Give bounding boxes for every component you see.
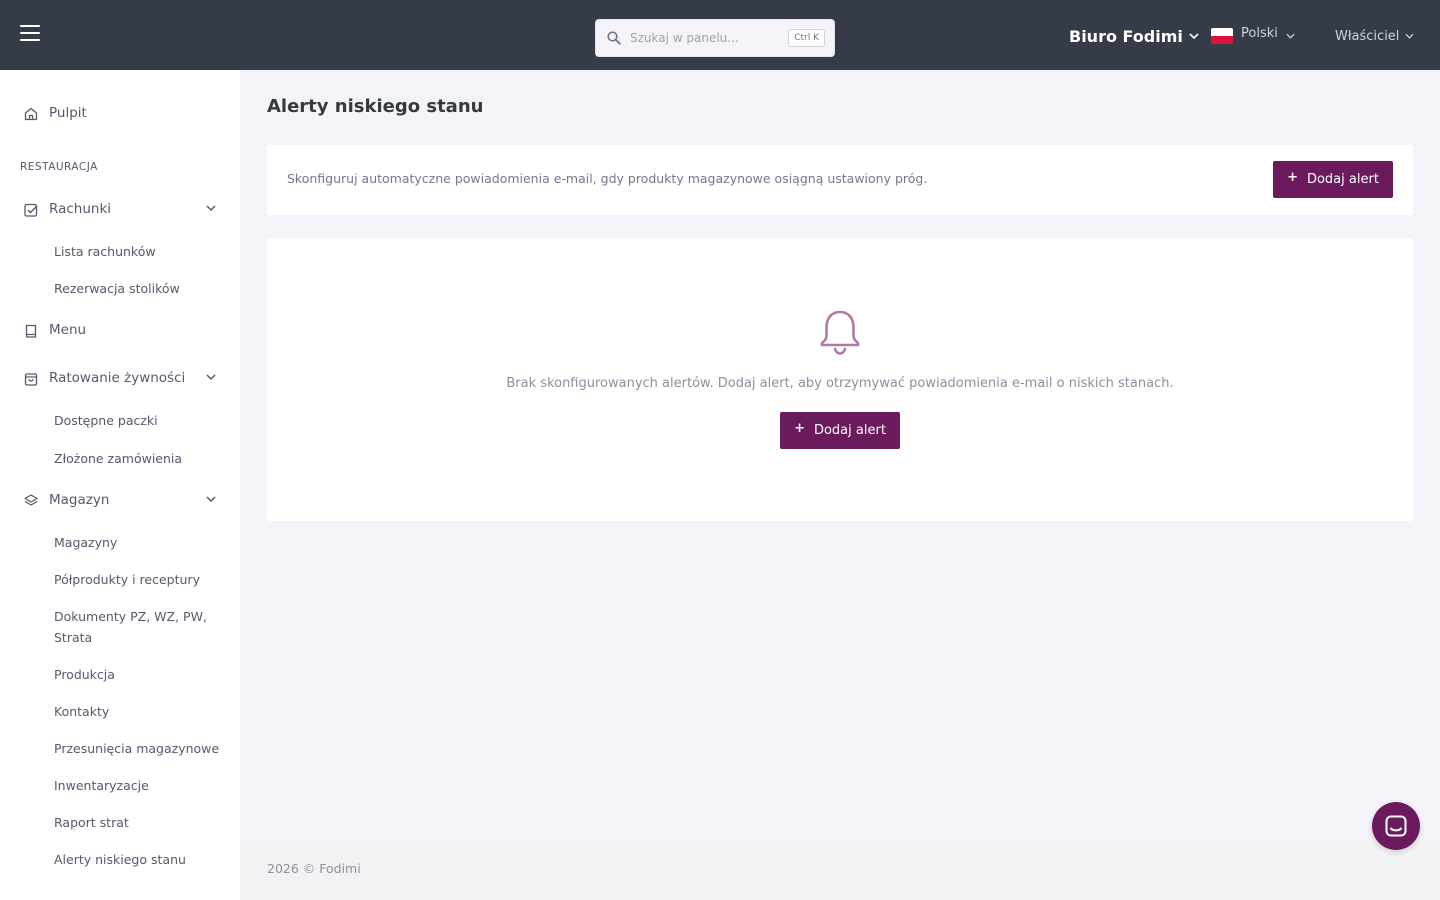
- menu-toggle-icon[interactable]: [20, 25, 40, 43]
- user-role-label: Właściciel: [1335, 28, 1400, 44]
- sidebar-subitem-placed-orders[interactable]: Złożone zamówienia: [54, 448, 234, 469]
- add-alert-button-label: Dodaj alert: [1306, 172, 1379, 187]
- chevron-down-icon: [206, 374, 216, 381]
- sidebar-item-menu[interactable]: Menu: [0, 316, 240, 346]
- search-shortcut-badge: Ctrl K: [788, 29, 825, 47]
- sidebar-item-food-rescue[interactable]: Ratowanie żywności: [0, 364, 240, 394]
- search-icon: [607, 31, 621, 45]
- sidebar-subitem-low-stock-alerts[interactable]: Alerty niskiego stanu: [54, 849, 234, 870]
- sidebar-item-label: Menu: [49, 322, 87, 338]
- add-alert-empty-button[interactable]: + Dodaj alert: [780, 412, 900, 449]
- sidebar-item-label: Magazyn: [49, 492, 110, 508]
- sidebar-item-dashboard[interactable]: Pulpit: [0, 99, 240, 129]
- user-menu[interactable]: Właściciel: [1335, 24, 1414, 48]
- page-title: Alerty niskiego stanu: [267, 96, 484, 117]
- sidebar-item-warehouse[interactable]: Magazyn: [0, 486, 240, 516]
- add-alert-button[interactable]: + Dodaj alert: [1273, 161, 1393, 198]
- sidebar-item-bills[interactable]: Rachunki: [0, 195, 240, 225]
- sidebar-subitem-production[interactable]: Produkcja: [54, 664, 234, 685]
- footer-copyright: 2026 © Fodimi: [267, 861, 361, 876]
- sidebar-subitem-available-packages[interactable]: Dostępne paczki: [54, 410, 234, 431]
- sidebar-item-label: Pulpit: [49, 105, 87, 121]
- sidebar-subitem-documents[interactable]: Dokumenty PZ, WZ, PW, Strata: [54, 606, 224, 648]
- topbar: Ctrl K Biuro Fodimi Polski Właściciel: [0, 0, 1440, 70]
- language-switcher[interactable]: Polski: [1211, 24, 1295, 48]
- chevron-down-icon: [1405, 33, 1414, 39]
- poland-flag-icon: [1211, 28, 1233, 44]
- sidebar-item-label: Ratowanie żywności: [49, 370, 186, 386]
- sidebar-subitem-contacts[interactable]: Kontakty: [54, 701, 234, 722]
- organization-switcher[interactable]: Biuro Fodimi: [1069, 24, 1199, 48]
- sidebar-subitem-inventories[interactable]: Inwentaryzacje: [54, 775, 234, 796]
- chat-widget-button[interactable]: [1372, 802, 1420, 850]
- layers-icon: [24, 494, 38, 506]
- chevron-down-icon: [1189, 33, 1199, 39]
- info-card: Skonfiguruj automatyczne powiadomienia e…: [267, 145, 1413, 215]
- sidebar-subitem-loss-report[interactable]: Raport strat: [54, 812, 234, 833]
- sidebar-subitem-table-reservation[interactable]: Rezerwacja stolików: [54, 278, 234, 299]
- organization-name: Biuro Fodimi: [1069, 26, 1183, 46]
- sidebar-item-label: Rachunki: [49, 201, 112, 217]
- chevron-down-icon: [206, 496, 216, 503]
- sidebar-subitem-bill-list[interactable]: Lista rachunków: [54, 241, 234, 262]
- search-input[interactable]: [630, 20, 780, 56]
- sidebar-section-title: RESTAURACJA: [20, 161, 98, 173]
- shopping-bag-icon: [24, 373, 38, 386]
- sidebar-subitem-semi-products-recipes[interactable]: Półprodukty i receptury: [54, 569, 234, 590]
- empty-state-card: Brak skonfigurowanych alertów. Dodaj ale…: [267, 238, 1413, 521]
- chevron-down-icon: [206, 205, 216, 212]
- language-label: Polski: [1241, 25, 1278, 41]
- chat-icon: [1385, 815, 1407, 837]
- sidebar-subitem-stock-transfers[interactable]: Przesunięcia magazynowe: [54, 738, 234, 759]
- info-description: Skonfiguruj automatyczne powiadomienia e…: [287, 171, 928, 186]
- add-alert-button-label: Dodaj alert: [813, 423, 886, 438]
- footer: 2026 © Fodimi: [240, 840, 1440, 900]
- checkbox-icon: [24, 203, 38, 217]
- book-icon: [25, 324, 37, 338]
- plus-icon: +: [794, 421, 805, 436]
- sidebar-subitem-warehouses[interactable]: Magazyny: [54, 532, 234, 553]
- bell-icon: [820, 310, 860, 355]
- empty-state-message: Brak skonfigurowanych alertów. Dodaj ale…: [506, 376, 1174, 391]
- chevron-down-icon: [1286, 33, 1295, 39]
- search-box[interactable]: Ctrl K: [595, 19, 835, 57]
- plus-icon: +: [1287, 170, 1298, 185]
- sidebar: Pulpit RESTAURACJA Rachunki Lista rachun…: [0, 70, 240, 900]
- home-icon: [24, 107, 38, 121]
